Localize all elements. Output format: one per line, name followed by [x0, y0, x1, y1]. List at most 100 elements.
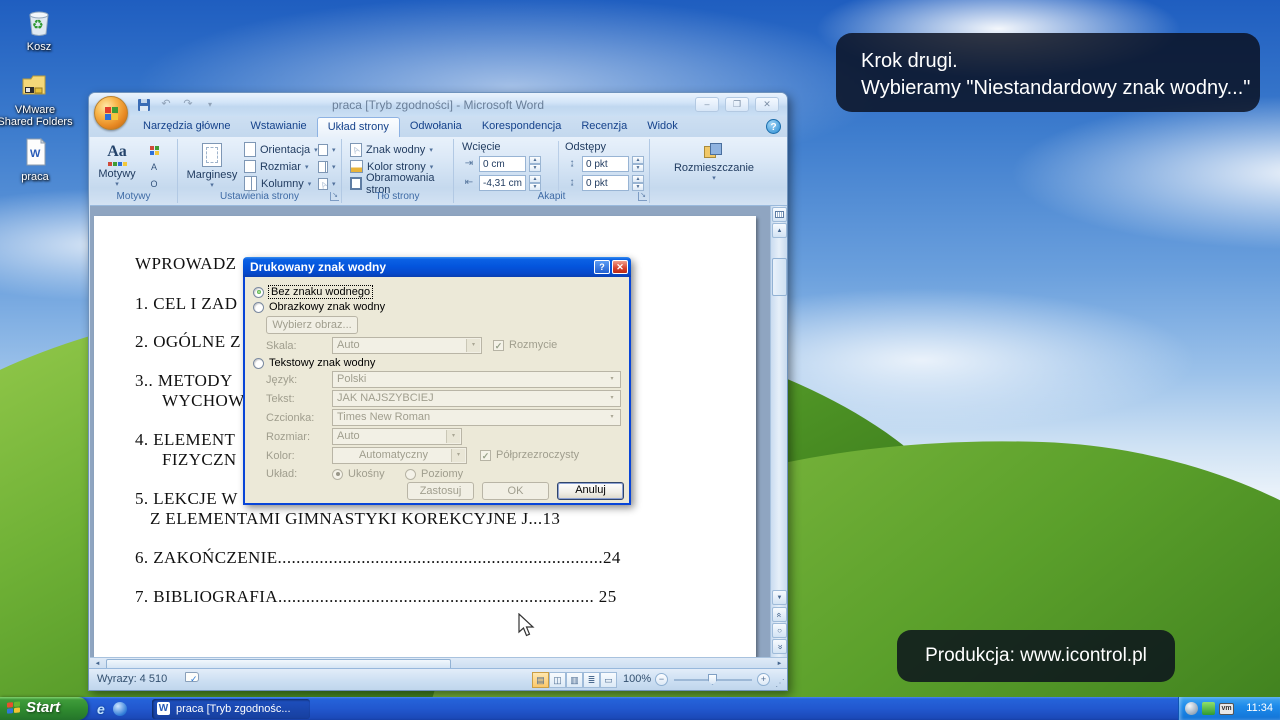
start-button[interactable]: Start: [0, 697, 88, 720]
theme-colors-button[interactable]: [146, 142, 162, 158]
indent-right-stepper[interactable]: ▲▼: [529, 175, 541, 191]
scroll-down-button[interactable]: ▼: [772, 590, 787, 605]
spin-up-icon[interactable]: ▲: [529, 156, 541, 164]
cancel-button[interactable]: Anuluj: [557, 482, 624, 500]
font-select[interactable]: Times New Roman ▾: [332, 409, 621, 426]
vertical-scrollbar[interactable]: ▲ ▼ « ○ «: [770, 206, 787, 657]
vertical-scroll-thumb[interactable]: [772, 258, 787, 296]
draft-view-button[interactable]: ▭: [600, 672, 617, 688]
save-button[interactable]: [135, 97, 153, 113]
zoom-slider-thumb[interactable]: [708, 674, 717, 685]
select-picture-button[interactable]: Wybierz obraz...: [266, 316, 358, 334]
ok-button[interactable]: OK: [482, 482, 549, 500]
radio-text-watermark-label[interactable]: Tekstowy znak wodny: [269, 357, 375, 369]
spin-up-icon[interactable]: ▲: [632, 156, 644, 164]
full-screen-view-button[interactable]: ◫: [549, 672, 566, 688]
indent-right-field[interactable]: -4,31 cm: [479, 175, 526, 191]
tab-recenzja[interactable]: Recenzja: [571, 116, 637, 137]
web-layout-view-button[interactable]: ▥: [566, 672, 583, 688]
spin-down-icon[interactable]: ▼: [632, 183, 644, 191]
radio-text-watermark[interactable]: [253, 358, 264, 369]
theme-effects-button[interactable]: O: [146, 176, 162, 192]
spin-down-icon[interactable]: ▼: [529, 183, 541, 191]
color-select[interactable]: Automatyczny ▾: [332, 447, 467, 464]
radio-no-watermark[interactable]: [253, 287, 264, 298]
zoom-in-button[interactable]: +: [757, 673, 770, 686]
arrange-button[interactable]: Rozmieszczanie ▾: [664, 143, 764, 182]
space-after-stepper[interactable]: ▲▼: [632, 175, 644, 191]
outline-view-button[interactable]: ≣: [583, 672, 600, 688]
tab-korespondencja[interactable]: Korespondencja: [472, 116, 572, 137]
radio-horizontal[interactable]: [405, 469, 416, 480]
indent-left-field[interactable]: 0 cm: [479, 156, 526, 172]
dialog-close-button[interactable]: ✕: [612, 260, 628, 274]
vmware-tools-icon[interactable]: vm: [1219, 703, 1234, 715]
hyphenation-button[interactable]: ▾: [316, 175, 338, 192]
proofing-status-button[interactable]: ✓: [185, 672, 201, 686]
tab-narzedzia-glowne[interactable]: Narzędzia główne: [133, 116, 240, 137]
tab-wstawianie[interactable]: Wstawianie: [240, 116, 316, 137]
radio-picture-watermark[interactable]: [253, 302, 264, 313]
tab-widok[interactable]: Widok: [637, 116, 688, 137]
language-select[interactable]: Polski ▾: [332, 371, 621, 388]
columns-button[interactable]: Kolumny ▾: [242, 175, 320, 192]
radio-picture-watermark-label[interactable]: Obrazkowy znak wodny: [269, 301, 385, 313]
orientation-button[interactable]: Orientacja ▾: [242, 141, 320, 158]
tray-status-icon[interactable]: [1202, 702, 1215, 715]
breaks-button[interactable]: ▾: [316, 141, 338, 158]
size-select[interactable]: Auto ▾: [332, 428, 462, 445]
zoom-out-button[interactable]: −: [655, 673, 668, 686]
spin-up-icon[interactable]: ▲: [529, 175, 541, 183]
desktop-icon-vmware-shared-folders[interactable]: VMware Shared Folders: [0, 68, 74, 128]
tab-odwolania[interactable]: Odwołania: [400, 116, 472, 137]
apply-button[interactable]: Zastosuj: [407, 482, 474, 500]
qat-customize-button[interactable]: ▾: [201, 97, 219, 113]
previous-page-button[interactable]: «: [772, 607, 787, 622]
ruler-toggle-button[interactable]: [772, 207, 787, 222]
internet-explorer-icon[interactable]: e: [97, 701, 105, 717]
taskbar-clock[interactable]: 11:34: [1246, 702, 1273, 714]
dialog-launcher-icon[interactable]: ↘: [330, 192, 339, 201]
space-after-field[interactable]: 0 pkt: [582, 175, 629, 191]
radio-no-watermark-label[interactable]: Bez znaku wodnego: [269, 286, 372, 298]
undo-button[interactable]: ↶: [157, 97, 175, 113]
print-layout-view-button[interactable]: ▤: [532, 672, 549, 688]
next-page-button[interactable]: «: [772, 639, 787, 654]
taskbar-task-praca[interactable]: W praca [Tryb zgodnośc...: [152, 699, 310, 719]
dialog-launcher-icon[interactable]: ↘: [638, 192, 647, 201]
dialog-title-bar[interactable]: Drukowany znak wodny ? ✕: [243, 257, 631, 277]
washout-checkbox[interactable]: ✓: [493, 340, 504, 351]
theme-fonts-button[interactable]: A: [146, 159, 162, 175]
semitransparent-checkbox[interactable]: ✓: [480, 450, 491, 461]
indent-left-stepper[interactable]: ▲▼: [529, 156, 541, 172]
scroll-up-button[interactable]: ▲: [772, 223, 787, 238]
spin-up-icon[interactable]: ▲: [632, 175, 644, 183]
tab-uklad-strony[interactable]: Układ strony: [317, 117, 400, 137]
browser-launcher-icon[interactable]: [113, 702, 127, 716]
dialog-help-button[interactable]: ?: [594, 260, 610, 274]
resize-grip[interactable]: ⋰: [775, 678, 785, 689]
help-icon[interactable]: ?: [766, 119, 781, 134]
word-count[interactable]: Wyrazy: 4 510: [97, 673, 167, 685]
size-button[interactable]: Rozmiar ▾: [242, 158, 320, 175]
radio-diagonal[interactable]: [332, 469, 343, 480]
scale-select[interactable]: Auto ▾: [332, 337, 482, 354]
watermark-button[interactable]: Znak wodny ▾: [348, 141, 453, 158]
margins-button[interactable]: Marginesy ▾: [186, 143, 238, 189]
space-before-stepper[interactable]: ▲▼: [632, 156, 644, 172]
office-button[interactable]: [94, 96, 128, 130]
desktop-icon-praca[interactable]: W praca: [0, 135, 74, 183]
desktop-icon-recycle-bin[interactable]: ♻ Kosz: [0, 5, 78, 53]
tray-volume-icon[interactable]: [1185, 702, 1198, 715]
line-numbers-button[interactable]: ▾: [316, 158, 338, 175]
redo-button[interactable]: ↷: [179, 97, 197, 113]
minimize-button[interactable]: –: [695, 97, 719, 112]
browse-object-button[interactable]: ○: [772, 623, 787, 638]
text-select[interactable]: JAK NAJSZYBCIEJ ▾: [332, 390, 621, 407]
restore-button[interactable]: ❐: [725, 97, 749, 112]
page-borders-button[interactable]: Obramowania stron: [348, 175, 453, 192]
spin-down-icon[interactable]: ▼: [632, 164, 644, 172]
space-before-field[interactable]: 0 pkt: [582, 156, 629, 172]
zoom-level[interactable]: 100%: [623, 673, 651, 685]
close-button[interactable]: ✕: [755, 97, 779, 112]
